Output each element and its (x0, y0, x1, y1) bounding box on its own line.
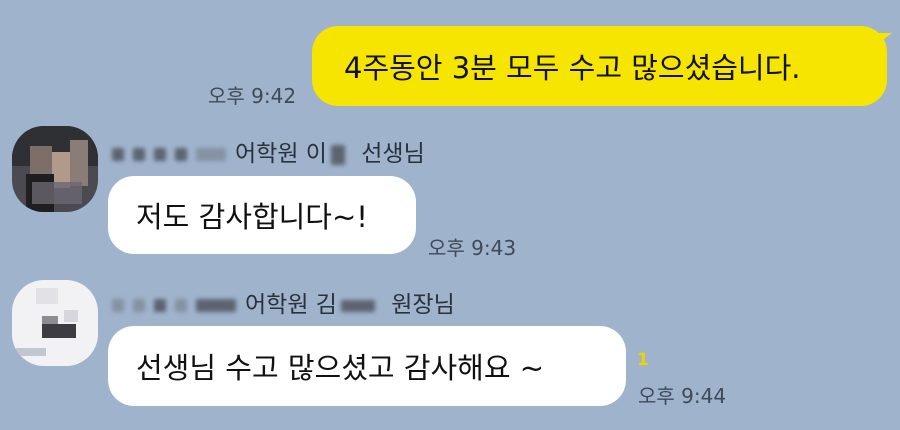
message-time: 오후 9:44 (638, 384, 727, 408)
sender-name: 어학원 김 원장님 (112, 285, 455, 319)
message-time: 오후 9:43 (428, 236, 517, 260)
profile-photo-icon (12, 126, 98, 212)
avatar[interactable] (12, 126, 98, 212)
my-message-bubble[interactable]: 4주동안 3분 모두 수고 많으셨습니다. (312, 26, 887, 106)
profile-photo-icon (12, 280, 98, 366)
message-text: 4주동안 3분 모두 수고 많으셨습니다. (344, 51, 801, 85)
message-time: 오후 9:42 (208, 84, 297, 108)
message-text: 저도 감사합니다~! (136, 200, 368, 234)
other-message-bubble[interactable]: 저도 감사합니다~! (108, 176, 416, 254)
unread-count-badge: 1 (637, 350, 649, 370)
message-text: 선생님 수고 많으셨고 감사해요 ~ (136, 351, 545, 385)
avatar[interactable] (12, 280, 98, 366)
bubble-tail (876, 33, 892, 45)
sender-name: 어학원 이 선생님 (112, 134, 425, 168)
other-message-bubble[interactable]: 선생님 수고 많으셨고 감사해요 ~ (108, 326, 626, 406)
